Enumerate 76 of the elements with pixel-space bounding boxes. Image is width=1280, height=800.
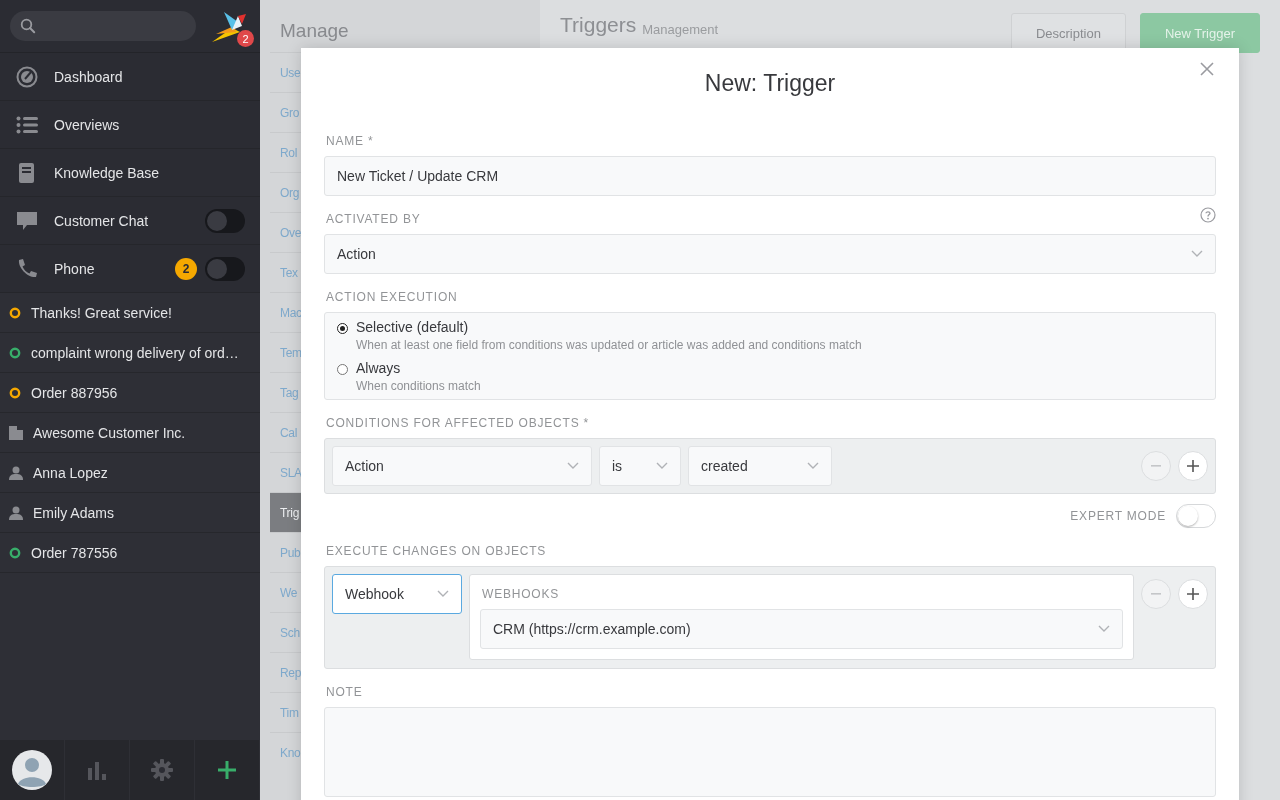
recent-label: Order 787556 (31, 544, 118, 561)
activated-by-select[interactable]: Action (324, 234, 1216, 274)
recent-item[interactable]: Emily Adams (0, 493, 260, 533)
chat-bubble-icon (16, 210, 38, 231)
recent-item[interactable]: Anna Lopez (0, 453, 260, 493)
recent-label: Emily Adams (33, 504, 114, 521)
person-icon (9, 505, 23, 520)
nav-item[interactable]: Customer Chat (0, 197, 260, 245)
field-label: ACTIVATED BY (326, 212, 421, 226)
field-label: NAME * (326, 134, 375, 148)
plus-icon (1187, 460, 1199, 472)
chevron-down-icon (1098, 625, 1110, 633)
radio-button[interactable] (337, 323, 348, 334)
recent-label: complaint wrong delivery of ord… (31, 344, 239, 361)
nav-label: Dashboard (54, 68, 124, 85)
expert-mode-toggle[interactable] (1176, 504, 1216, 528)
manage-title: Manage (279, 20, 350, 43)
field-label: ACTION EXECUTION (326, 290, 459, 304)
search-icon (20, 18, 36, 34)
phone-icon (16, 257, 38, 280)
modal-title: New: Trigger (704, 69, 836, 97)
search-field[interactable] (10, 11, 196, 41)
condition-select[interactable]: created (688, 446, 832, 486)
radio-label: Always (356, 360, 402, 376)
nav-label: Knowledge Base (54, 164, 161, 181)
change-type-select[interactable]: Webhook (332, 574, 462, 614)
recent-item[interactable]: Awesome Customer Inc. (0, 413, 260, 453)
chevron-down-icon (1191, 250, 1203, 258)
nav-item[interactable]: Knowledge Base (0, 149, 260, 197)
condition-select[interactable]: is (599, 446, 681, 486)
recent-label: Anna Lopez (33, 464, 108, 481)
nav-label: Phone (54, 260, 96, 277)
close-icon[interactable] (1200, 62, 1214, 76)
minus-icon (1151, 593, 1161, 595)
count-badge: 2 (175, 257, 197, 280)
toggle-switch[interactable] (205, 208, 245, 233)
condition-select[interactable]: Action (332, 446, 592, 486)
page-title: Triggers (560, 13, 637, 37)
chevron-down-icon (437, 590, 449, 598)
bar-chart-icon[interactable] (87, 760, 107, 780)
field-label: WEBHOOKS (482, 587, 561, 601)
gauge-icon (16, 65, 38, 88)
page-subtitle: Management (642, 22, 719, 37)
settings-icon[interactable] (151, 759, 173, 781)
target-select[interactable]: CRM (https://crm.example.com) (480, 609, 1123, 649)
person-icon (9, 465, 23, 480)
field-label: NOTE (326, 685, 364, 699)
notification-badge: 2 (237, 30, 254, 47)
help-icon[interactable] (1200, 207, 1216, 223)
radio-description: When at least one field from conditions was updated or article was added and conditions match (356, 338, 862, 352)
plus-icon (1187, 588, 1199, 600)
avatar[interactable] (12, 750, 52, 790)
plus-icon[interactable] (217, 760, 237, 780)
recent-label: Thanks! Great service! (31, 304, 172, 321)
radio-label: Selective (default) (356, 319, 470, 335)
field-label: CONDITIONS FOR AFFECTED OBJECTS * (326, 416, 591, 430)
manage-link[interactable]: Trig (270, 492, 301, 532)
radio-description: When conditions match (356, 379, 481, 393)
radio-button[interactable] (337, 364, 348, 375)
field-label: EXECUTE CHANGES ON OBJECTS (326, 544, 548, 558)
chevron-down-icon (567, 462, 579, 470)
list-icon (16, 115, 38, 134)
minus-icon (1151, 465, 1161, 467)
nav-label: Customer Chat (54, 212, 150, 229)
toggle-switch[interactable] (205, 256, 245, 281)
nav-label: Overviews (54, 116, 121, 133)
chevron-down-icon (656, 462, 668, 470)
add-button[interactable] (1178, 451, 1208, 481)
expert-mode-label: EXPERT MODE (1070, 509, 1166, 523)
chevron-down-icon (807, 462, 819, 470)
building-icon (9, 425, 23, 440)
recent-label: Order 887956 (31, 384, 118, 401)
name-input-field[interactable]: New Ticket / Update CRM (324, 156, 1216, 196)
recent-label: Awesome Customer Inc. (33, 424, 186, 441)
nav-item[interactable]: Dashboard (0, 53, 260, 101)
add-button[interactable] (1178, 579, 1208, 609)
